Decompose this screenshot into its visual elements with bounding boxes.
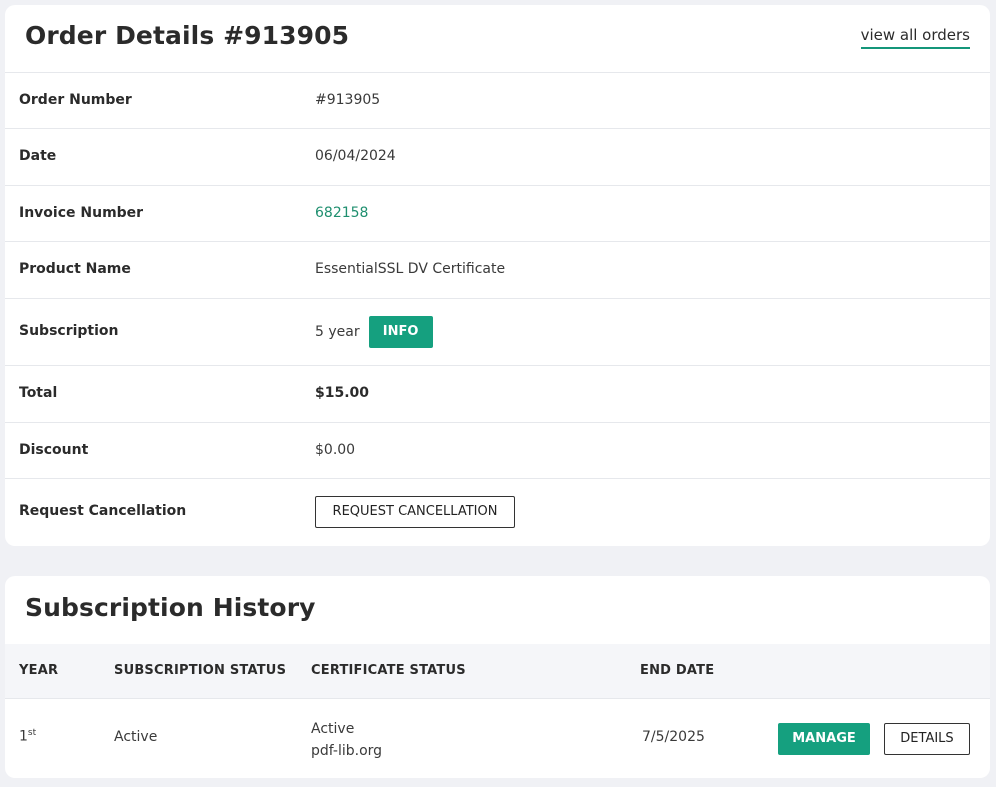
subscription-history-title: Subscription History (25, 593, 316, 622)
detail-row-date: Date 06/04/2024 (5, 129, 990, 186)
column-header-year: YEAR (19, 663, 59, 678)
year-cell: 1st (19, 728, 36, 745)
date-label: Date (19, 148, 57, 164)
detail-row-subscription: Subscription 5 year INFO (5, 299, 990, 366)
discount-value: $0.00 (315, 442, 356, 458)
product-name-label: Product Name (19, 261, 131, 277)
detail-row-total: Total $15.00 (5, 366, 990, 423)
request-cancellation-value: REQUEST CANCELLATION (315, 496, 515, 528)
subscription-history-header: Subscription History (5, 576, 990, 644)
invoice-number-link[interactable]: 682158 (315, 205, 368, 221)
detail-row-request-cancellation: Request Cancellation REQUEST CANCELLATIO… (5, 479, 990, 545)
subscription-value: 5 year INFO (315, 316, 433, 348)
certificate-status-value: Active (311, 721, 355, 737)
request-cancellation-label: Request Cancellation (19, 503, 187, 519)
order-number-label: Order Number (19, 92, 132, 108)
page-title: Order Details #913905 (25, 21, 350, 50)
table-row: 1st Active Active pdf-lib.org 7/5/2025 M… (5, 700, 990, 778)
date-value: 06/04/2024 (315, 148, 396, 164)
request-cancellation-button[interactable]: REQUEST CANCELLATION (315, 496, 515, 528)
total-label: Total (19, 385, 58, 401)
end-date-cell: 7/5/2025 (642, 729, 705, 745)
order-details-card: Order Details #913905 view all orders Or… (5, 5, 990, 546)
product-name-value: EssentialSSL DV Certificate (315, 261, 506, 277)
column-header-certificate-status: CERTIFICATE STATUS (311, 663, 466, 678)
order-number-value: #913905 (315, 92, 381, 108)
certificate-status-cell: Active pdf-lib.org (311, 718, 382, 762)
details-button[interactable]: DETAILS (884, 723, 970, 755)
detail-row-product-name: Product Name EssentialSSL DV Certificate (5, 242, 990, 299)
subscription-status-cell: Active (114, 729, 158, 745)
info-button[interactable]: INFO (368, 316, 433, 348)
subscription-history-card: Subscription History YEAR SUBSCRIPTION S… (5, 576, 990, 778)
year-value: 1 (19, 728, 28, 745)
detail-row-order-number: Order Number #913905 (5, 73, 990, 129)
subscription-label: Subscription (19, 323, 119, 339)
year-suffix: st (27, 728, 37, 738)
discount-label: Discount (19, 442, 89, 458)
table-header: YEAR SUBSCRIPTION STATUS CERTIFICATE STA… (5, 644, 990, 699)
certificate-domain: pdf-lib.org (311, 743, 383, 759)
total-value: $15.00 (315, 385, 370, 401)
column-header-subscription-status: SUBSCRIPTION STATUS (114, 663, 287, 678)
invoice-number-label: Invoice Number (19, 205, 144, 221)
column-header-end-date: END DATE (640, 663, 715, 678)
detail-row-discount: Discount $0.00 (5, 423, 990, 479)
subscription-term: 5 year (315, 324, 360, 340)
view-all-orders-link[interactable]: view all orders (860, 26, 970, 49)
manage-button[interactable]: MANAGE (778, 723, 870, 755)
detail-row-invoice-number: Invoice Number 682158 (5, 186, 990, 242)
order-details-header: Order Details #913905 view all orders (5, 5, 990, 73)
invoice-number-value: 682158 (315, 205, 368, 221)
